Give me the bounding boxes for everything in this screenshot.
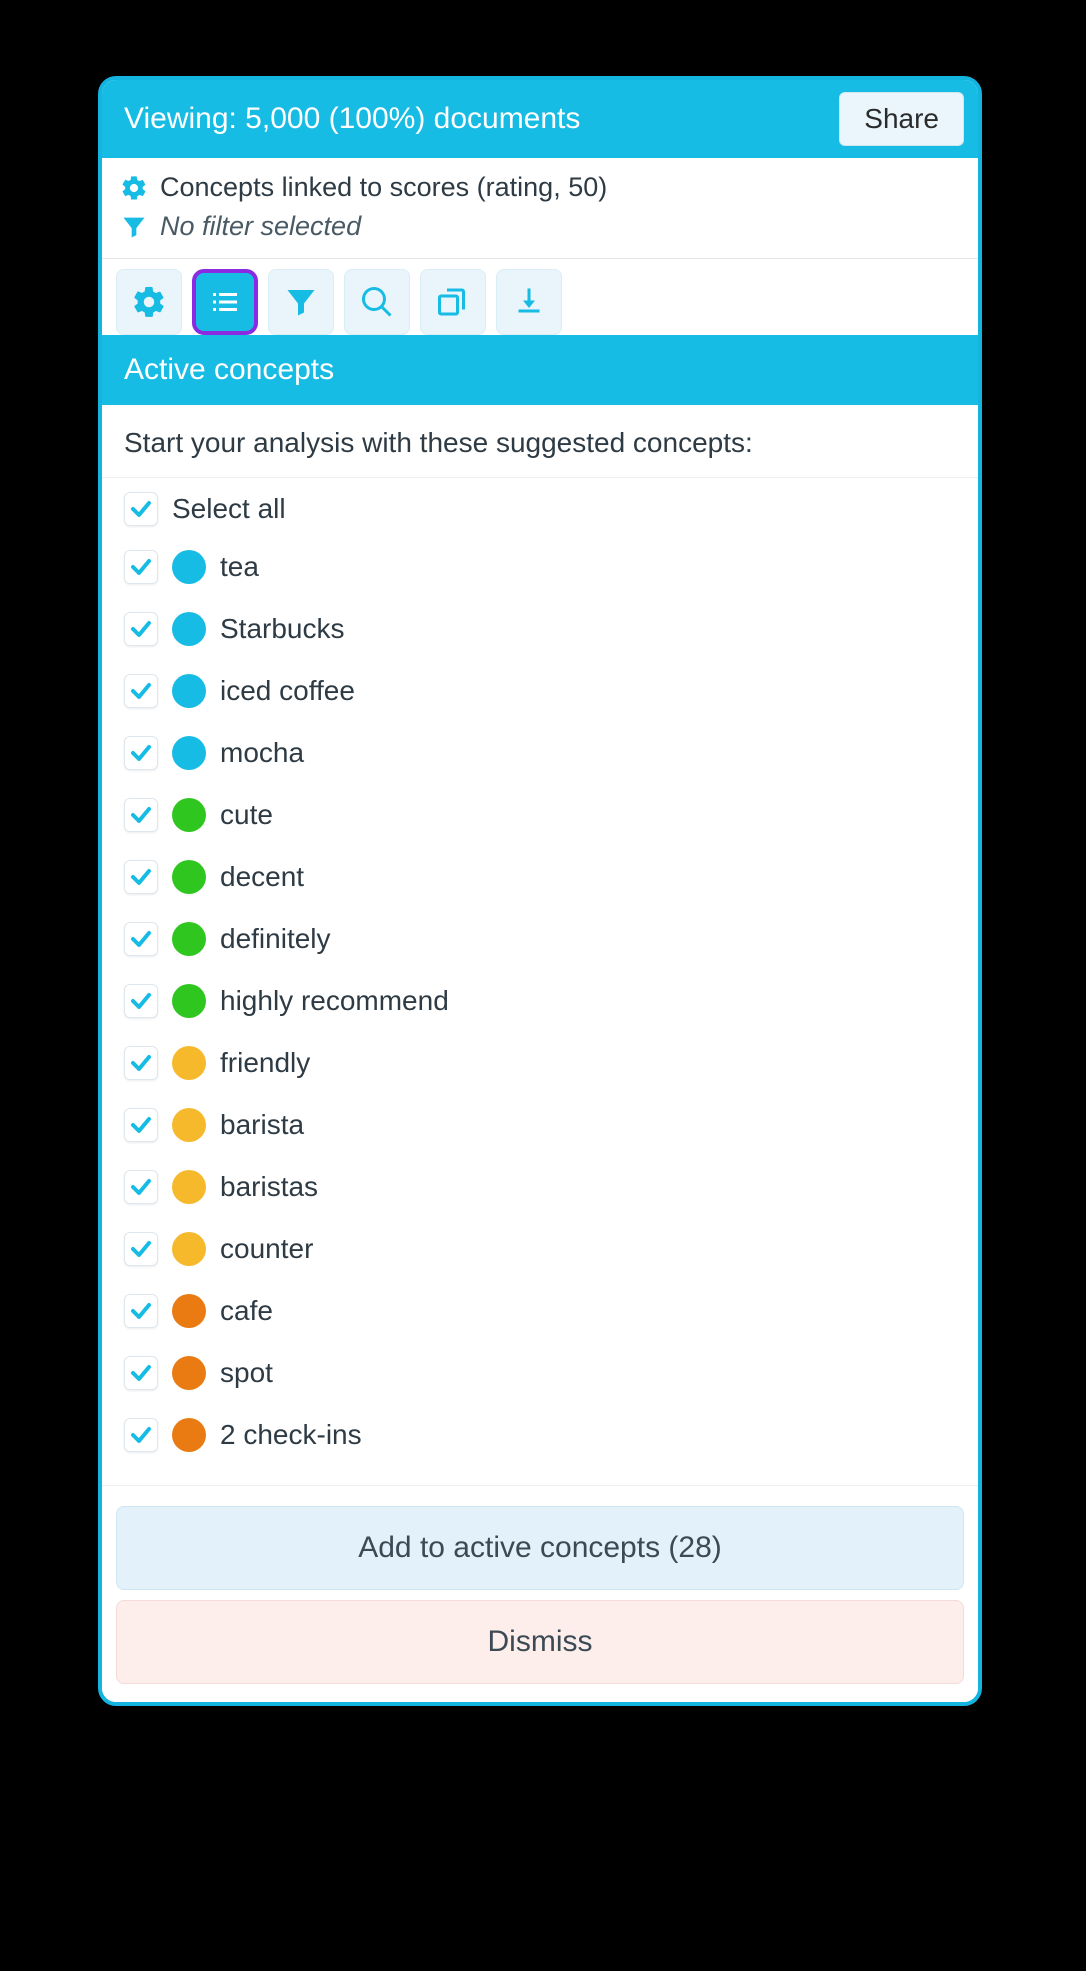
concept-checkbox[interactable] [124,922,158,956]
concept-label: tea [220,551,259,583]
concept-list[interactable]: tea Starbucks iced coffee mocha cute decent de… [102,530,978,1470]
concept-checkbox[interactable] [124,550,158,584]
filter-row[interactable]: No filter selected [120,207,960,246]
funnel-icon [120,213,148,241]
concept-row[interactable]: tea [124,536,968,598]
color-swatch [172,1418,206,1452]
concept-checkbox[interactable] [124,736,158,770]
concept-row[interactable]: friendly [124,1032,968,1094]
search-button[interactable] [344,269,410,335]
filter-button[interactable] [268,269,334,335]
concepts-linked-row[interactable]: Concepts linked to scores (rating, 50) [120,168,960,207]
color-swatch [172,1046,206,1080]
color-swatch [172,1232,206,1266]
concept-row[interactable]: 2 check-ins [124,1404,968,1466]
concept-label: barista [220,1109,304,1141]
section-title: Active concepts [102,335,978,405]
concept-label: Starbucks [220,613,345,645]
concept-row[interactable]: iced coffee [124,660,968,722]
color-swatch [172,1170,206,1204]
concept-label: decent [220,861,304,893]
concept-label: 2 check-ins [220,1419,362,1451]
color-swatch [172,550,206,584]
color-swatch [172,860,206,894]
concept-row[interactable]: Starbucks [124,598,968,660]
concept-row[interactable]: definitely [124,908,968,970]
concept-label: definitely [220,923,331,955]
copy-button[interactable] [420,269,486,335]
concept-label: mocha [220,737,304,769]
select-all-checkbox[interactable] [124,492,158,526]
concept-checkbox[interactable] [124,612,158,646]
color-swatch [172,798,206,832]
concept-checkbox[interactable] [124,1046,158,1080]
color-swatch [172,984,206,1018]
section-intro: Start your analysis with these suggested… [102,405,978,478]
topbar: Viewing: 5,000 (100%) documents Share [102,80,978,158]
concept-checkbox[interactable] [124,1418,158,1452]
share-button[interactable]: Share [839,92,964,146]
gear-icon [120,174,148,202]
color-swatch [172,736,206,770]
select-all-row[interactable]: Select all [102,478,978,530]
status-bar: Concepts linked to scores (rating, 50) N… [102,158,978,259]
footer: Add to active concepts (28) Dismiss [102,1485,978,1702]
concepts-linked-text: Concepts linked to scores (rating, 50) [160,172,607,203]
color-swatch [172,1294,206,1328]
concept-checkbox[interactable] [124,1170,158,1204]
concept-label: cute [220,799,273,831]
concept-checkbox[interactable] [124,674,158,708]
list-button[interactable] [192,269,258,335]
concept-label: friendly [220,1047,310,1079]
concept-row[interactable]: spot [124,1342,968,1404]
concept-row[interactable]: barista [124,1094,968,1156]
concept-row[interactable]: decent [124,846,968,908]
concept-label: spot [220,1357,273,1389]
color-swatch [172,922,206,956]
concept-checkbox[interactable] [124,1356,158,1390]
toolbar [102,259,978,336]
concept-row[interactable]: counter [124,1218,968,1280]
color-swatch [172,674,206,708]
concept-label: cafe [220,1295,273,1327]
concept-checkbox[interactable] [124,984,158,1018]
concept-checkbox[interactable] [124,1294,158,1328]
color-swatch [172,1356,206,1390]
add-to-active-button[interactable]: Add to active concepts (28) [116,1506,964,1590]
dismiss-button[interactable]: Dismiss [116,1600,964,1684]
filter-text: No filter selected [160,211,361,242]
concept-row[interactable]: highly recommend [124,970,968,1032]
settings-button[interactable] [116,269,182,335]
concept-row[interactable]: mocha [124,722,968,784]
select-all-label: Select all [172,493,286,525]
color-swatch [172,1108,206,1142]
concept-label: baristas [220,1171,318,1203]
download-button[interactable] [496,269,562,335]
concept-label: counter [220,1233,313,1265]
concept-checkbox[interactable] [124,860,158,894]
concept-checkbox[interactable] [124,1108,158,1142]
concept-row[interactable]: cafe [124,1280,968,1342]
concept-row[interactable]: cute [124,784,968,846]
concept-row[interactable]: baristas [124,1156,968,1218]
viewing-label: Viewing: 5,000 (100%) documents [124,102,580,136]
concept-label: iced coffee [220,675,355,707]
app-window: Viewing: 5,000 (100%) documents Share Co… [98,76,982,1706]
concept-checkbox[interactable] [124,798,158,832]
concept-checkbox[interactable] [124,1232,158,1266]
concept-label: highly recommend [220,985,449,1017]
color-swatch [172,612,206,646]
